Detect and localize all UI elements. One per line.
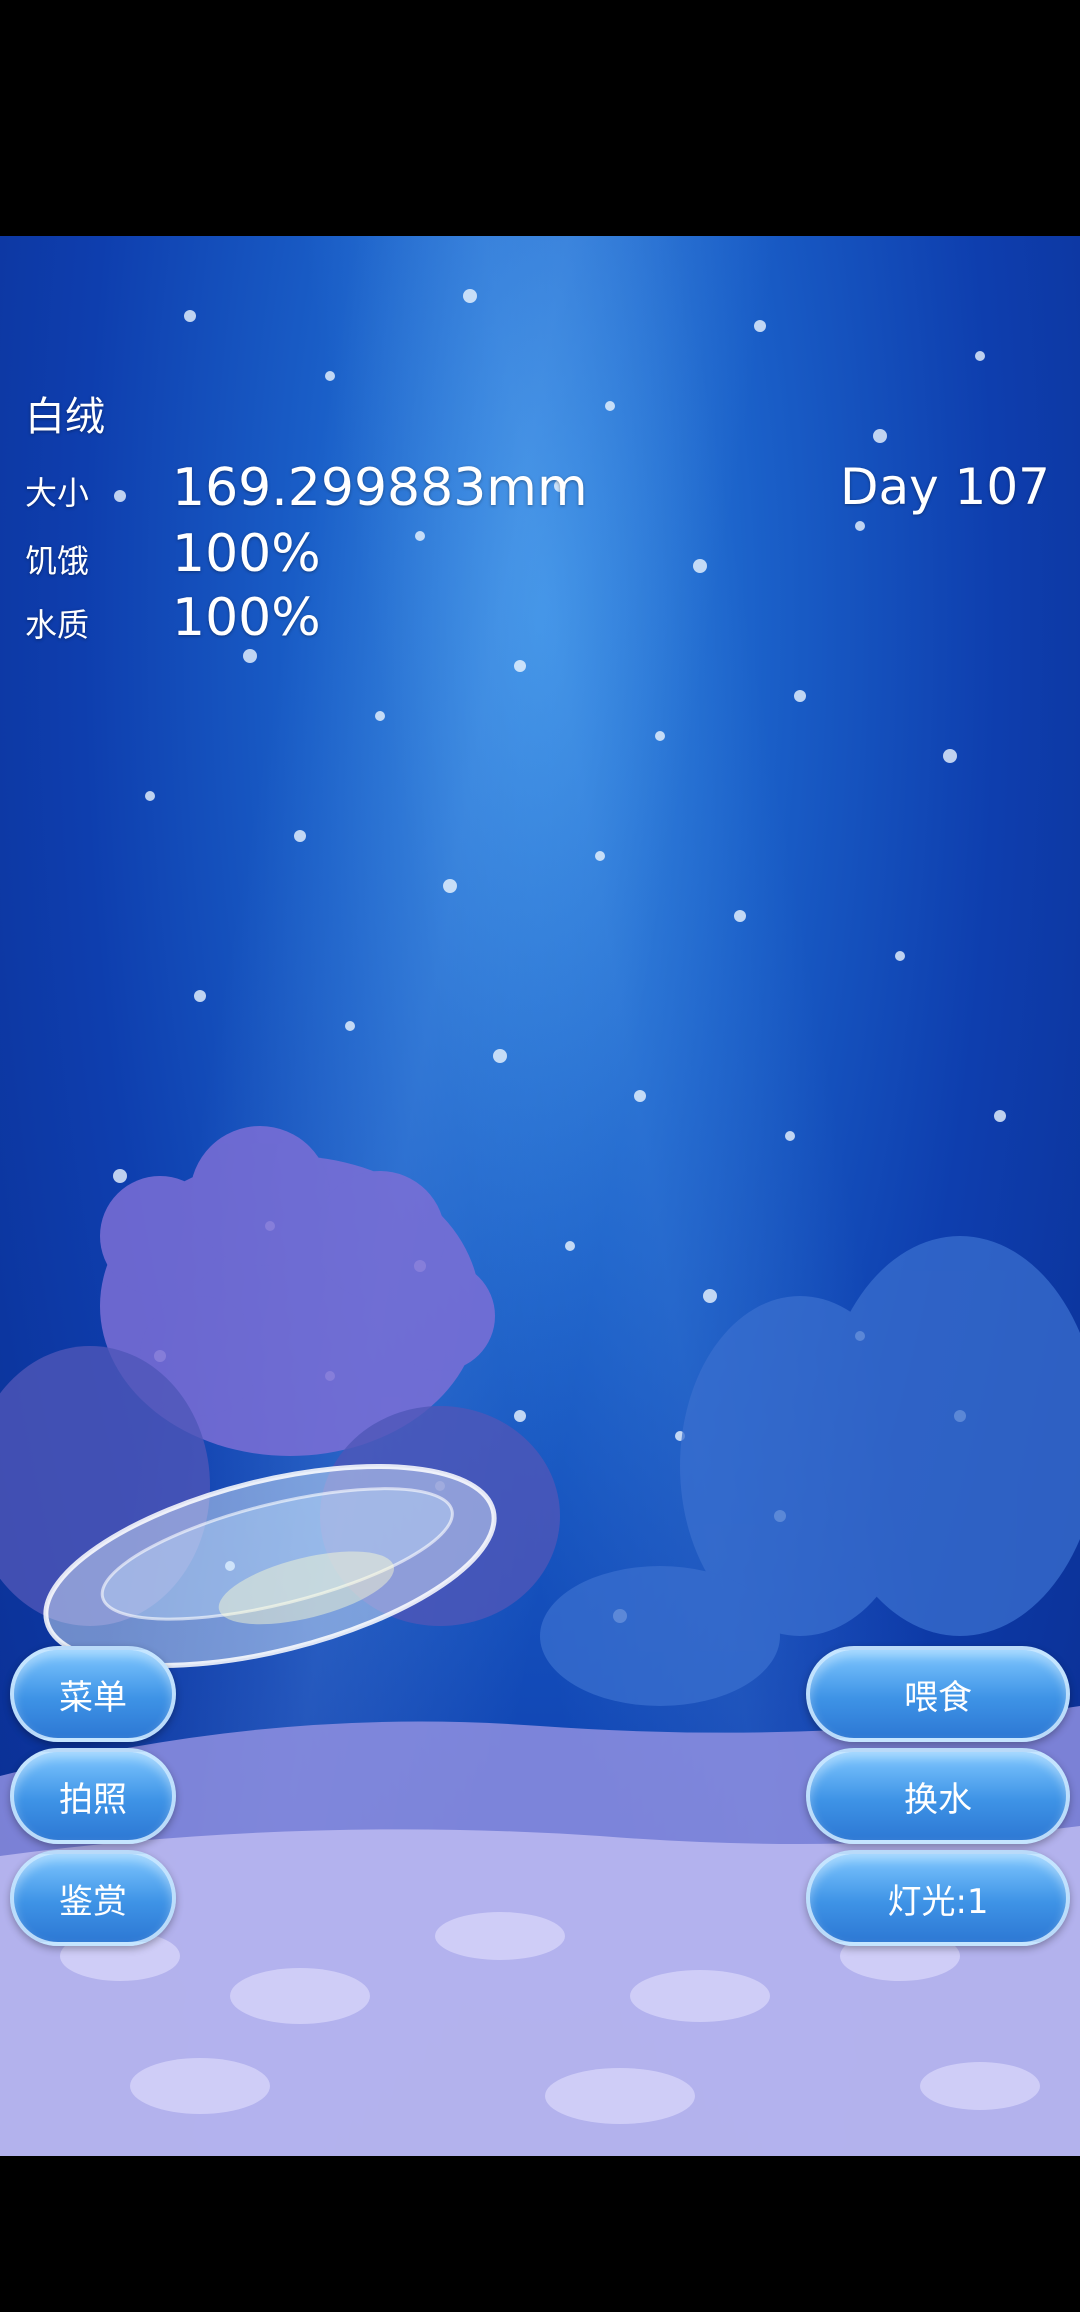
coral-right bbox=[540, 1236, 1080, 1706]
change-water-button[interactable]: 换水 bbox=[806, 1748, 1070, 1844]
aquarium-scene: 白绒 大小 169.299883mm 饥饿 100% 水质 100% Day 1… bbox=[0, 236, 1080, 2156]
day-counter: Day 107 bbox=[839, 458, 1050, 516]
water-quality-value: 100% bbox=[172, 588, 321, 648]
size-label: 大小 bbox=[25, 474, 90, 512]
photo-button[interactable]: 拍照 bbox=[10, 1748, 176, 1844]
water-quality-label: 水质 bbox=[25, 606, 90, 644]
hunger-label: 饥饿 bbox=[25, 542, 90, 580]
light-button[interactable]: 灯光:1 bbox=[806, 1850, 1070, 1946]
menu-button[interactable]: 菜单 bbox=[10, 1646, 176, 1742]
feed-button[interactable]: 喂食 bbox=[806, 1646, 1070, 1742]
size-value: 169.299883mm bbox=[172, 458, 588, 518]
top-letterbox bbox=[0, 0, 1080, 236]
appreciate-button[interactable]: 鉴赏 bbox=[10, 1850, 176, 1946]
hunger-value: 100% bbox=[172, 524, 321, 584]
jellyfish-name: 白绒 bbox=[25, 394, 105, 440]
bottom-letterbox bbox=[0, 2156, 1080, 2312]
